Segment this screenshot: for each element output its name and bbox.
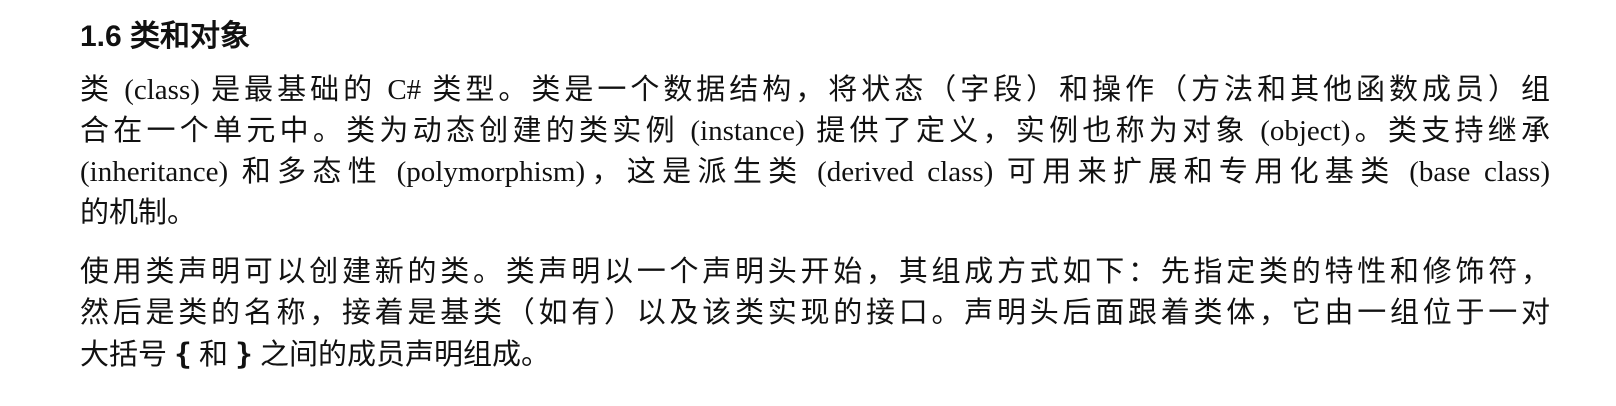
paragraph-line: 使用类声明可以创建新的类。类声明以一个声明头开始，其组成方式如下：先指定类的特性… (80, 256, 1550, 288)
paragraph-line-braces: 大括号 { 和 } 之间的成员声明组成。 (80, 334, 1550, 376)
paragraph-line: (inheritance) 和多态性 (polymorphism)，这是派生类 … (80, 156, 1550, 188)
section-heading: 1.6 类和对象 (80, 20, 251, 53)
paragraph-class-definition: 类 (class) 是最基础的 C# 类型。类是一个数据结构，将状态（字段）和操… (80, 70, 1550, 234)
document-page: 1.6 类和对象 类 (class) 是最基础的 C# 类型。类是一个数据结构，… (80, 14, 1550, 376)
text-segment: 大括号 (80, 339, 168, 371)
paragraph-line: 的机制。 (80, 197, 197, 229)
paragraph-line: 类 (class) 是最基础的 C# 类型。类是一个数据结构，将状态（字段）和操… (80, 74, 1550, 106)
close-brace-symbol: } (235, 337, 253, 371)
paragraph-line: 然后是类的名称，接着是基类（如有）以及该类实现的接口。声明头后面跟着类体，它由一… (80, 297, 1550, 329)
open-brace-symbol: { (174, 337, 192, 371)
paragraph-class-declaration: 使用类声明可以创建新的类。类声明以一个声明头开始，其组成方式如下：先指定类的特性… (80, 252, 1550, 376)
text-segment: 和 (198, 339, 228, 371)
paragraph-line: 合在一个单元中。类为动态创建的类实例 (instance) 提供了定义，实例也称… (80, 115, 1550, 147)
text-segment: 之间的成员声明组成。 (259, 339, 550, 371)
